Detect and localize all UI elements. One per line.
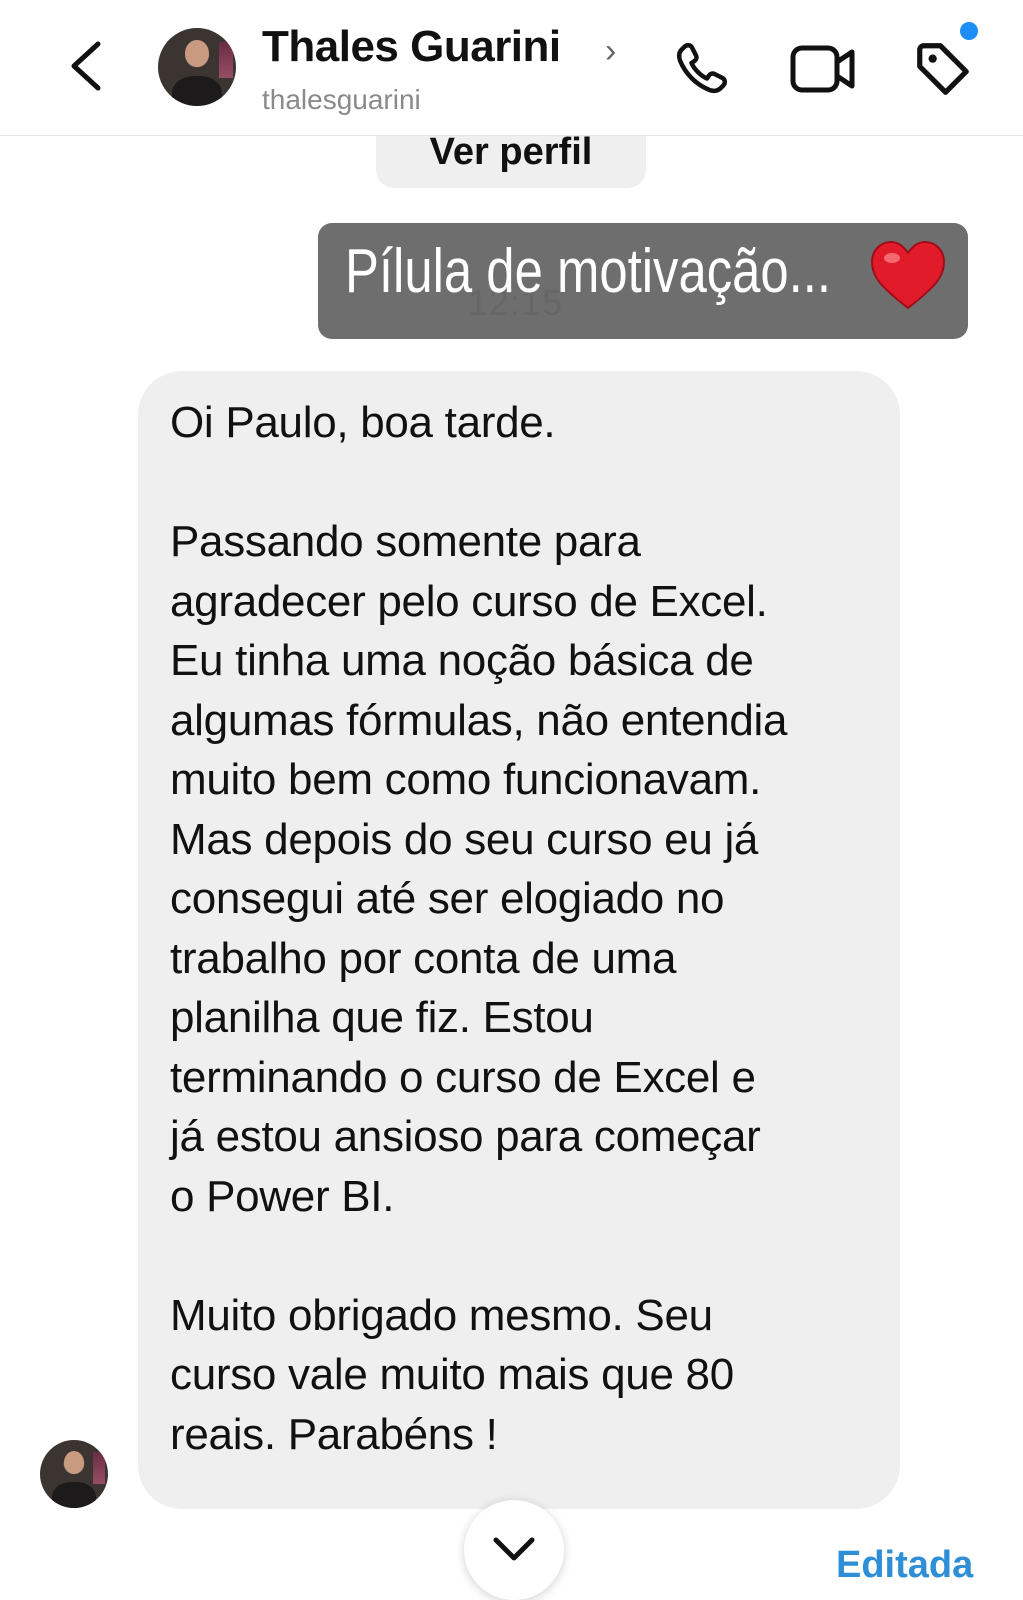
video-call-icon[interactable] <box>790 44 856 94</box>
sent-message-text: Pílula de motivação... <box>345 237 832 306</box>
chevron-right-icon[interactable]: › <box>605 32 616 71</box>
back-arrow-icon[interactable] <box>62 38 112 94</box>
received-message-bubble[interactable]: Oi Paulo, boa tarde. Passando somente pa… <box>138 371 900 1509</box>
tag-icon[interactable] <box>912 38 974 100</box>
contact-username: thalesguarini <box>262 84 421 115</box>
heart-icon <box>868 238 948 312</box>
scroll-down-button[interactable] <box>464 1500 564 1600</box>
notification-dot <box>960 22 978 40</box>
sender-avatar[interactable] <box>40 1440 108 1508</box>
edited-label: Editada <box>836 1544 974 1586</box>
contact-avatar[interactable] <box>158 28 236 106</box>
contact-name[interactable]: Thales Guarini <box>262 22 561 72</box>
chevron-down-icon <box>493 1537 535 1561</box>
phone-icon[interactable] <box>672 38 732 98</box>
chat-header: Thales Guarini › thalesguarini <box>0 0 1023 136</box>
received-message-text: Oi Paulo, boa tarde. Passando somente pa… <box>170 398 788 1459</box>
